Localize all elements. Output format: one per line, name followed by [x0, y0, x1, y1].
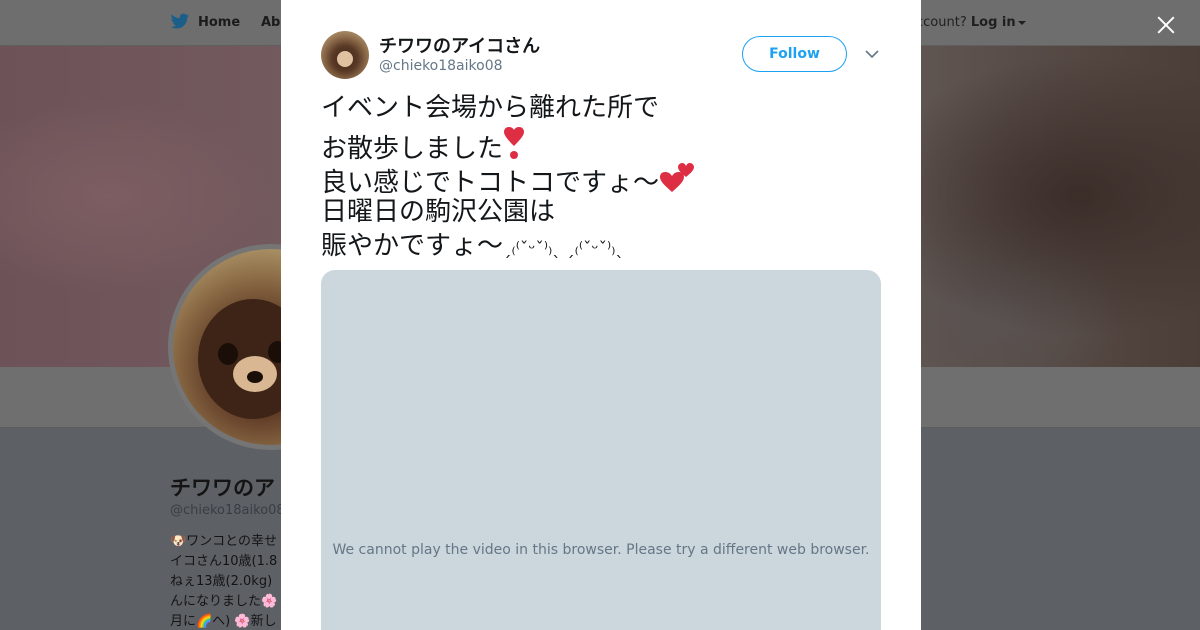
tweet-line: イベント会場から離れた所で [321, 91, 881, 126]
tweet-line-text: 良い感じでトコトコですょ〜 [321, 168, 660, 198]
tweet-line: 賑やかですょ〜ˏ₍⁽ˇᵕˇ⁾₎ˎ ˏ₍⁽ˇᵕˇ⁾₎ˎ [321, 229, 881, 264]
nav-account-area: ccount? Log in [916, 15, 1026, 30]
profile-handle: @chieko18aiko08 [170, 503, 285, 518]
avatar-face-shape [337, 51, 353, 67]
caret-down-icon[interactable] [1017, 20, 1026, 25]
tweet-author-handle[interactable]: @chieko18aiko08 [379, 58, 503, 74]
tweet-line: 日曜日の駒沢公園は [321, 195, 881, 230]
login-link[interactable]: Log in [971, 15, 1016, 30]
follow-button[interactable]: Follow [742, 36, 847, 72]
heart-exclamation-icon [504, 126, 525, 159]
twitter-bird-icon [170, 13, 190, 29]
profile-bio: 🐶ワンコとの幸せ イコさん10歳(1.8 ねぇ13歳(2.0kg) んになりまし… [170, 532, 280, 630]
bio-line: 月に🌈へ) 🌸新し [170, 614, 277, 629]
bio-line: イコさん10歳(1.8 [170, 554, 278, 569]
tweet-line-text: お散歩しました [321, 133, 504, 164]
tweet-line-text: イベント会場から離れた所で [321, 93, 660, 123]
video-player[interactable]: We cannot play the video in this browser… [321, 270, 881, 630]
bio-line: んになりました🌸 [170, 594, 278, 609]
tweet-line-text: 日曜日の駒沢公園は [321, 196, 556, 227]
tweet-line: 良い感じでトコトコですょ〜 [321, 160, 881, 198]
tweet-line: お散歩しました [321, 126, 881, 164]
tweet-author-name[interactable]: チワワのアイコさん [379, 32, 540, 58]
tweet-author-avatar[interactable] [321, 31, 369, 79]
tweet-text: イベント会場から離れた所で お散歩しました 良い感じでトコトコですょ〜 日曜日の… [321, 91, 881, 264]
chevron-down-icon[interactable] [864, 46, 880, 62]
two-hearts-icon [660, 163, 695, 192]
profile-name: チワワのア [170, 476, 275, 500]
nav-home-label: Home [198, 14, 241, 30]
account-prompt: ccount? [916, 15, 967, 30]
nav-home-link[interactable]: Home [170, 13, 240, 31]
bio-line: 🐶ワンコとの幸せ [170, 534, 278, 549]
bio-line: ねぇ13歳(2.0kg) [170, 574, 273, 589]
close-icon[interactable] [1153, 12, 1179, 38]
video-unsupported-message: We cannot play the video in this browser… [332, 542, 870, 558]
tweet-line-text: 賑やかですょ〜 [321, 231, 504, 261]
kaomoji: ˏ₍⁽ˇᵕˇ⁾₎ˎ ˏ₍⁽ˇᵕˇ⁾₎ˎ [503, 239, 624, 259]
tweet-modal: チワワのアイコさん @chieko18aiko08 Follow イベント会場か… [281, 0, 921, 630]
